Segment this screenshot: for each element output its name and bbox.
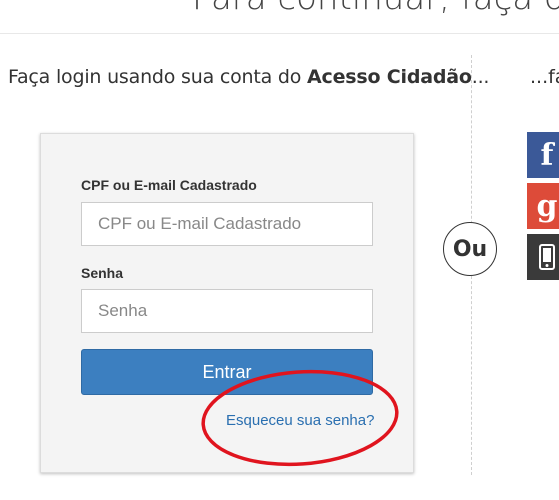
google-plus-icon: g xyxy=(536,188,558,224)
cpf-email-input[interactable] xyxy=(81,202,373,246)
password-input[interactable] xyxy=(81,289,373,333)
forgot-password-link[interactable]: Esqueceu sua senha? xyxy=(226,412,374,429)
login-panel: CPF ou E-mail Cadastrado Senha Entrar Es… xyxy=(40,133,414,473)
intro-prefix: Faça login usando sua conta do xyxy=(8,66,308,88)
facebook-login-button[interactable]: f xyxy=(527,132,559,178)
page-heading: Para continuar, faça o xyxy=(192,0,559,18)
intro-suffix: ... xyxy=(471,66,490,88)
google-plus-login-button[interactable]: g xyxy=(527,183,559,229)
password-label: Senha xyxy=(81,265,124,281)
mobile-phone-icon xyxy=(539,244,555,270)
login-intro: Faça login usando sua conta do Acesso Ci… xyxy=(8,66,489,88)
mobile-login-button[interactable] xyxy=(527,234,559,280)
intro-brand: Acesso Cidadão xyxy=(307,66,472,88)
facebook-icon: f xyxy=(540,137,554,173)
login-button[interactable]: Entrar xyxy=(81,349,373,395)
or-separator: Ou xyxy=(443,222,497,276)
social-intro: ...fa xyxy=(530,66,559,88)
heading-rule xyxy=(0,33,559,34)
cpf-label: CPF ou E-mail Cadastrado xyxy=(81,177,257,193)
